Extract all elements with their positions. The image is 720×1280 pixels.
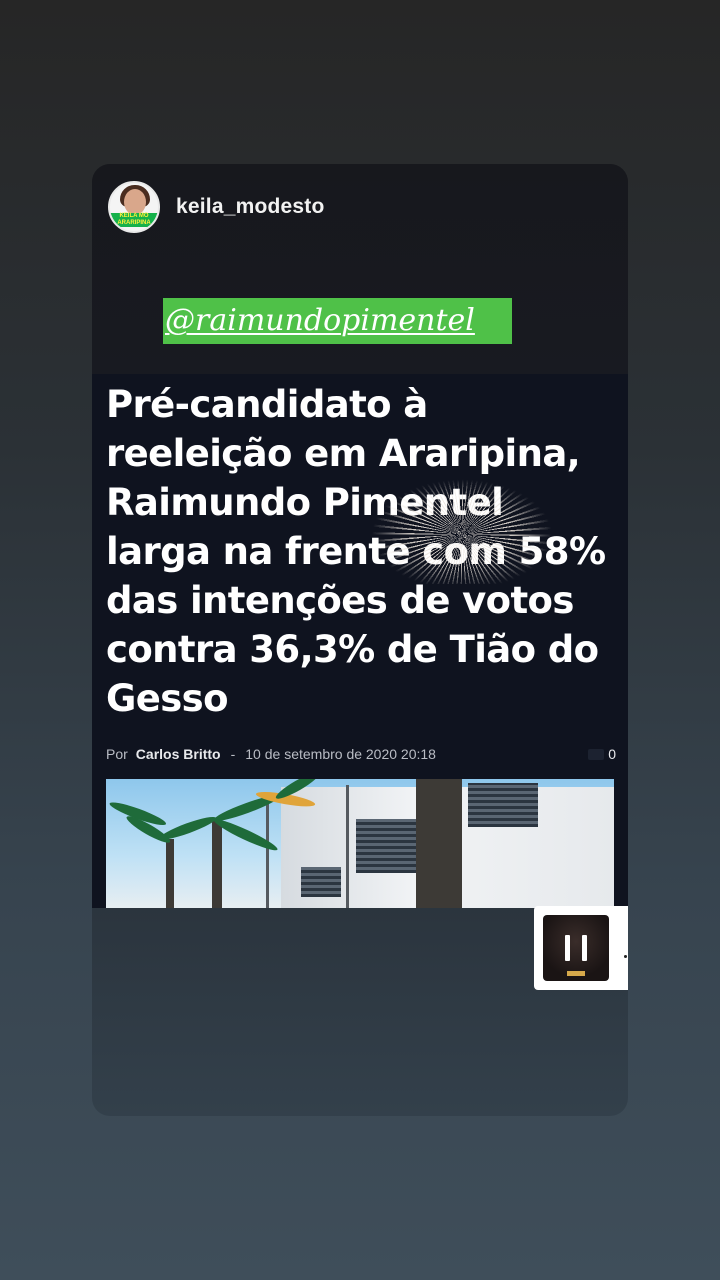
by-label: Por: [106, 746, 128, 762]
building-window: [356, 819, 418, 873]
avatar-face: [124, 189, 146, 215]
palm-trunk: [212, 819, 222, 908]
flag-pole: [346, 785, 349, 908]
palm-frond: [211, 815, 280, 855]
mention-sticker[interactable]: @raimundopimentel: [163, 298, 512, 344]
sticker-dot: [624, 955, 627, 958]
article-photo: [106, 779, 614, 908]
building-window: [468, 783, 538, 827]
palm-trunk: [416, 779, 462, 908]
username[interactable]: keila_modesto: [176, 195, 325, 219]
article-date: 10 de setembro de 2020 20:18: [245, 746, 436, 762]
comment-count-value: 0: [608, 746, 616, 762]
music-album-cover-icon: [543, 915, 609, 981]
avatar-banner: KEILA MO ARARIPINA: [110, 213, 158, 227]
palm-trunk: [166, 839, 174, 908]
music-sticker[interactable]: [534, 906, 628, 990]
article-author[interactable]: Carlos Britto: [136, 746, 221, 762]
story-header: KEILA MO ARARIPINA keila_modesto: [108, 180, 325, 234]
music-bar: [565, 935, 570, 961]
comment-count[interactable]: 0: [588, 746, 616, 762]
album-label: [567, 971, 585, 976]
meta-separator: -: [230, 746, 236, 762]
shared-article[interactable]: Pré-candidato à reeleição em Araripina, …: [92, 374, 628, 908]
sparkle-burst-sticker: [372, 474, 552, 584]
flag-pole: [266, 799, 269, 908]
music-bar: [582, 935, 587, 961]
avatar[interactable]: KEILA MO ARARIPINA: [108, 181, 160, 233]
article-meta: Por Carlos Britto - 10 de setembro de 20…: [106, 744, 616, 764]
comment-icon: [588, 748, 605, 760]
building-window: [301, 867, 341, 897]
